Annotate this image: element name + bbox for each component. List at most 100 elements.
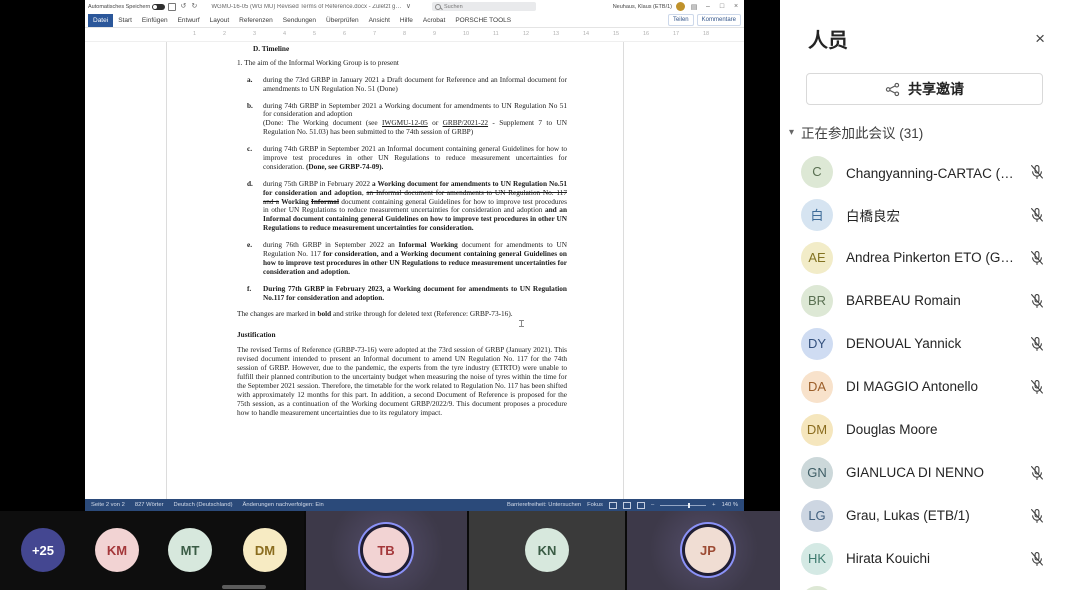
tab-einf-gen[interactable]: Einfügen [137,14,173,27]
participant-row-changyanning-cartac-来宾[interactable]: C Changyanning-CARTAC (来宾) [780,150,1069,193]
zoom-slider[interactable] [660,505,706,506]
participant-row-douglas-moore[interactable]: DM Douglas Moore [780,408,1069,451]
scrollbar-thumb[interactable] [222,585,266,589]
tab-ansicht[interactable]: Ansicht [364,14,395,27]
close-icon[interactable]: × [1035,30,1045,47]
participant-avatar: LG [801,500,833,532]
participant-row-hirata-kouichi[interactable]: HK Hirata Kouichi [780,537,1069,580]
ribbon-tab-row: DateiStartEinfügenEntwurfLayoutReferenze… [85,13,744,28]
zoom-slider-handle[interactable] [688,503,690,508]
mic-muted-icon[interactable] [1029,465,1045,481]
undo-icon[interactable]: ↺ [179,3,187,10]
status-seite-2-von-2[interactable]: Seite 2 von 2 [91,502,125,508]
read-mode-icon[interactable] [609,502,617,509]
tab-hilfe[interactable]: Hilfe [395,14,418,27]
filmstrip-avatar-tb[interactable]: TB [363,527,409,573]
participant-avatar [801,586,833,590]
text-cursor-ibeam [521,320,522,327]
participant-avatar: DA [801,371,833,403]
redo-icon[interactable]: ↻ [190,3,198,10]
participant-row-barbeau-romain[interactable]: BR BARBEAU Romain [780,279,1069,322]
tab-acrobat[interactable]: Acrobat [418,14,450,27]
accessibility-status[interactable]: Barrierefreiheit: Untersuchen [507,502,581,508]
filmstrip-avatar-km[interactable]: KM [95,528,139,572]
participant-row-gianluca-di-nenno[interactable]: GN GIANLUCA DI NENNO [780,451,1069,494]
ruler-mark-8: 8 [403,31,406,37]
participant-avatar: BR [801,285,833,317]
word-window: Automatisches Speichern ↺ ↻ WGMU-16-05 (… [85,0,744,511]
tab-entwurf[interactable]: Entwurf [173,14,205,27]
search-box[interactable] [432,2,536,11]
participant-row-item[interactable] [780,580,1069,590]
teilen-button[interactable]: Teilen [668,14,694,26]
doc-item-c: c.during 74th GRBP in September 2021 an … [263,145,567,172]
print-layout-icon[interactable] [623,502,631,509]
web-layout-icon[interactable] [637,502,645,509]
mic-muted-icon[interactable] [1029,336,1045,352]
share-invite-label: 共享邀请 [908,79,964,99]
page-right-edge [623,42,624,499]
panel-header: 人员 × [780,0,1069,53]
ruler-mark-13: 13 [553,31,559,37]
mic-muted-icon[interactable] [1029,250,1045,266]
filmstrip-avatar-jp[interactable]: JP [685,527,731,573]
tab-berpr-fen[interactable]: Überprüfen [321,14,364,27]
status-nderungen-nachverfolgen-ein[interactable]: Änderungen nachverfolgen: Ein [243,502,324,508]
document-canvas[interactable]: D. Timeline1. The aim of the Informal Wo… [85,42,744,499]
doc-item-e: e.during 76th GRBP in September 2022 an … [263,241,567,277]
mic-muted-icon[interactable] [1029,164,1045,180]
tab-datei[interactable]: Datei [88,14,113,27]
mic-muted-icon[interactable] [1029,207,1045,223]
kommentare-button[interactable]: Kommentare [697,14,741,26]
tab-sendungen[interactable]: Sendungen [278,14,321,27]
mic-muted-icon[interactable] [1029,508,1045,524]
focus-mode-button[interactable]: Fokus [587,502,603,508]
zoom-in-icon[interactable]: + [712,502,715,508]
account-name: Neuhaus, Klaus (ETB/1) [613,4,672,10]
titlebar-right: Neuhaus, Klaus (ETB/1) ▤ – □ × [613,2,741,11]
participant-row-白橋良宏[interactable]: 白 白橋良宏 [780,193,1069,236]
title-dropdown-icon[interactable]: ∨ [404,3,412,10]
ruler-mark-16: 16 [643,31,649,37]
participant-avatar: C [801,156,833,188]
list-label: f. [247,285,251,294]
ruler-mark-15: 15 [613,31,619,37]
ribbon-options-icon[interactable]: ▤ [689,3,699,11]
maximize-icon[interactable]: □ [717,3,727,10]
autosave-toggle[interactable] [152,4,165,10]
participant-name: DI MAGGIO Antonello [846,379,1016,394]
section-in-meeting[interactable]: ▾ 正在参加此会议 (31) [780,105,1069,142]
share-invite-button[interactable]: 共享邀请 [806,73,1043,105]
filmstrip-avatar-25[interactable]: +25 [21,528,65,572]
ruler-mark-6: 6 [343,31,346,37]
minimize-icon[interactable]: – [703,3,713,10]
status-827-w-rter[interactable]: 827 Wörter [135,502,164,508]
zoom-out-icon[interactable]: – [651,502,654,508]
participant-name: Grau, Lukas (ETB/1) [846,508,1016,523]
participant-row-grau-lukas-etb-1[interactable]: LG Grau, Lukas (ETB/1) [780,494,1069,537]
filmstrip-avatar-dm[interactable]: DM [243,528,287,572]
window-close-icon[interactable]: × [731,3,741,10]
search-input[interactable] [444,4,524,10]
ruler-mark-14: 14 [583,31,589,37]
account-avatar[interactable] [676,2,685,11]
participant-row-denoual-yannick[interactable]: DY DENOUAL Yannick [780,322,1069,365]
tab-layout[interactable]: Layout [205,14,235,27]
mic-muted-icon[interactable] [1029,379,1045,395]
mic-muted-icon[interactable] [1029,293,1045,309]
tab-start[interactable]: Start [113,14,137,27]
zoom-level[interactable]: 140 % [722,502,738,508]
filmstrip-avatar-mt[interactable]: MT [168,528,212,572]
save-icon[interactable] [168,3,176,11]
tab-referenzen[interactable]: Referenzen [234,14,278,27]
tab-porsche-tools[interactable]: PORSCHE TOOLS [450,14,516,27]
mic-muted-icon[interactable] [1029,551,1045,567]
statusbar-right: Barrierefreiheit: Untersuchen Fokus – + … [507,502,738,509]
autosave-control[interactable]: Automatisches Speichern [88,4,165,10]
participant-row-andrea-pinkerton-eto-gast[interactable]: AE Andrea Pinkerton ETO (Gast)... [780,236,1069,279]
filmstrip-avatar-kn[interactable]: KN [525,528,569,572]
status-deutsch-deutschland[interactable]: Deutsch (Deutschland) [174,502,233,508]
statusbar-left-items: Seite 2 von 2 827 Wörter Deutsch (Deutschl… [91,502,324,508]
participant-row-di-maggio-antonello[interactable]: DA DI MAGGIO Antonello [780,365,1069,408]
collapse-icon[interactable]: ▾ [789,127,794,138]
